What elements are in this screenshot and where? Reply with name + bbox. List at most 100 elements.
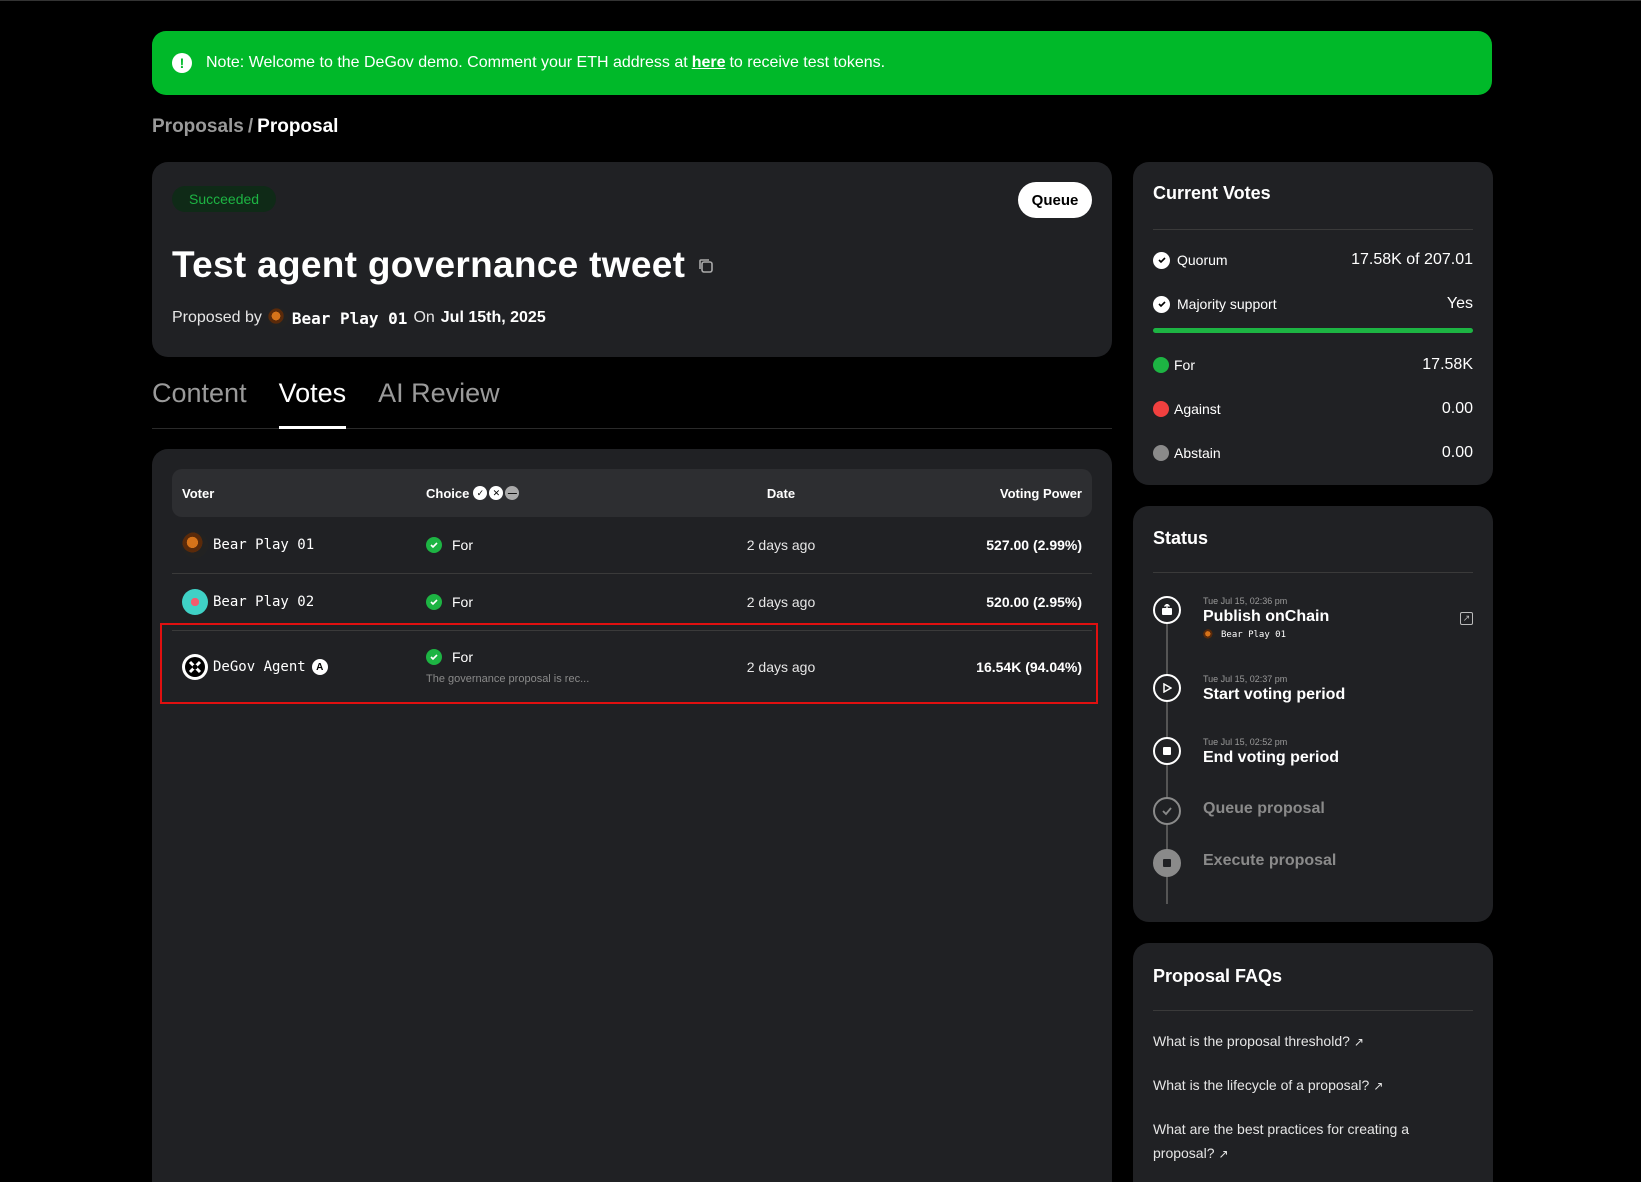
execute-icon bbox=[1153, 849, 1181, 877]
banner-text-suffix: to receive test tokens. bbox=[729, 54, 886, 71]
ai-agent-badge-icon: A bbox=[311, 659, 328, 675]
copy-icon[interactable] bbox=[697, 257, 715, 280]
faq-text: What are the best practices for creating… bbox=[1153, 1121, 1410, 1161]
status-step-end-voting: Tue Jul 15, 02:52 pm End voting period bbox=[1153, 737, 1339, 767]
play-icon bbox=[1153, 674, 1181, 702]
step-label: End voting period bbox=[1203, 749, 1339, 766]
step-label: Start voting period bbox=[1203, 686, 1346, 703]
for-check-icon bbox=[426, 649, 442, 665]
faq-text: What is the lifecycle of a proposal? bbox=[1153, 1077, 1370, 1093]
header-choice: Choice ✓ ✕ — bbox=[426, 486, 666, 501]
status-title: Status bbox=[1153, 528, 1209, 548]
proposer-name[interactable]: Bear Play 01 bbox=[292, 309, 408, 328]
for-value: 17.58K bbox=[1422, 356, 1473, 373]
check-icon bbox=[1153, 251, 1170, 269]
status-card: Status ↗ Tue Jul 15, 02:36 pm Publish on… bbox=[1133, 506, 1493, 922]
vote-choice: For bbox=[452, 537, 473, 553]
degov-agent-avatar bbox=[182, 654, 208, 680]
stop-icon bbox=[1153, 737, 1181, 765]
majority-progress-fill bbox=[1153, 328, 1473, 333]
vote-power: 527.00 (2.99%) bbox=[986, 537, 1082, 553]
voter-avatar bbox=[182, 532, 208, 558]
step-time: Tue Jul 15, 02:52 pm bbox=[1203, 737, 1288, 747]
status-step-queue: Queue proposal bbox=[1153, 797, 1325, 825]
abstain-label: Abstain bbox=[1174, 445, 1221, 461]
current-votes-title: Current Votes bbox=[1153, 183, 1271, 203]
votes-table: Voter Choice ✓ ✕ — Date Voting Power Bea… bbox=[172, 469, 1092, 703]
vote-choice: For bbox=[452, 649, 473, 665]
voter-name[interactable]: Bear Play 02 bbox=[213, 594, 314, 610]
against-dot-icon bbox=[1153, 401, 1169, 417]
step-time: Tue Jul 15, 02:37 pm bbox=[1203, 674, 1288, 684]
publisher-name[interactable]: Bear Play 01 bbox=[1221, 630, 1286, 640]
tab-votes[interactable]: Votes bbox=[278, 378, 347, 429]
divider bbox=[1153, 572, 1473, 573]
faq-link-best-practices[interactable]: What are the best practices for creating… bbox=[1153, 1117, 1453, 1166]
filter-abstain-icon[interactable]: — bbox=[505, 486, 520, 500]
divider bbox=[1153, 1010, 1473, 1011]
vote-power: 16.54K (94.04%) bbox=[976, 659, 1082, 675]
arrow-up-right-icon: ↗ bbox=[1373, 1079, 1384, 1093]
vote-power: 520.00 (2.95%) bbox=[986, 594, 1082, 610]
filter-against-icon[interactable]: ✕ bbox=[489, 486, 504, 500]
tab-content[interactable]: Content bbox=[152, 378, 247, 429]
top-border bbox=[0, 0, 1641, 1]
quorum-label: Quorum bbox=[1177, 252, 1228, 268]
tab-ai-review[interactable]: AI Review bbox=[378, 378, 500, 429]
status-step-publish: Tue Jul 15, 02:36 pm Publish onChain Bea… bbox=[1153, 596, 1329, 641]
current-votes-card: Current Votes Quorum 17.58K of 207.01 Ma… bbox=[1133, 162, 1493, 485]
proposal-header-card: Succeeded Queue Test agent governance tw… bbox=[152, 162, 1112, 357]
votes-table-header: Voter Choice ✓ ✕ — Date Voting Power bbox=[172, 469, 1092, 517]
step-time: Tue Jul 15, 02:36 pm bbox=[1203, 596, 1288, 606]
banner-here-link[interactable]: here bbox=[692, 54, 726, 72]
abstain-dot-icon bbox=[1153, 445, 1169, 461]
vote-date: 2 days ago bbox=[746, 537, 816, 553]
status-step-execute: Execute proposal bbox=[1153, 849, 1336, 877]
majority-label: Majority support bbox=[1177, 296, 1277, 312]
breadcrumb-proposals-link[interactable]: Proposals bbox=[152, 116, 244, 137]
on-label: On bbox=[413, 309, 435, 326]
vote-date: 2 days ago bbox=[746, 594, 816, 610]
faq-link-threshold[interactable]: What is the proposal threshold? ↗ bbox=[1153, 1029, 1453, 1054]
for-check-icon bbox=[426, 537, 442, 553]
proposer-info: Proposed by Bear Play 01 On Jul 15th, 20… bbox=[172, 308, 546, 328]
proposal-date: Jul 15th, 2025 bbox=[440, 309, 546, 326]
proposal-faqs-card: Proposal FAQs What is the proposal thres… bbox=[1133, 943, 1493, 1182]
quorum-value: 17.58K of 207.01 bbox=[1351, 251, 1473, 268]
step-label: Queue proposal bbox=[1203, 800, 1325, 817]
queue-button[interactable]: Queue bbox=[1018, 182, 1092, 218]
vote-reason[interactable]: The governance proposal is rec... bbox=[426, 673, 589, 685]
voter-name[interactable]: Bear Play 01 bbox=[213, 537, 314, 553]
majority-row: Majority support Yes bbox=[1153, 295, 1473, 313]
against-value: 0.00 bbox=[1441, 400, 1473, 417]
voter-avatar bbox=[182, 589, 208, 615]
for-check-icon bbox=[426, 594, 442, 610]
banner-text-prefix: Note: Welcome to the DeGov demo. Comment… bbox=[206, 54, 688, 71]
faq-link-lifecycle[interactable]: What is the lifecycle of a proposal? ↗ bbox=[1153, 1073, 1453, 1098]
filter-for-icon[interactable]: ✓ bbox=[473, 486, 488, 500]
proposal-tabs: Content Votes AI Review bbox=[152, 378, 1112, 429]
faqs-title: Proposal FAQs bbox=[1153, 966, 1283, 986]
proposal-title: Test agent governance tweet bbox=[172, 244, 686, 285]
publish-icon bbox=[1153, 596, 1181, 624]
voter-name[interactable]: DeGov Agent bbox=[213, 659, 306, 675]
demo-notice-banner: ! Note: Welcome to the DeGov demo. Comme… bbox=[152, 31, 1492, 95]
publisher-avatar bbox=[1203, 629, 1215, 641]
table-row: DeGov Agent A For The governance proposa… bbox=[172, 631, 1092, 703]
for-label: For bbox=[1174, 357, 1195, 373]
step-label: Execute proposal bbox=[1203, 852, 1337, 869]
vote-date: 2 days ago bbox=[746, 659, 816, 675]
alert-icon: ! bbox=[172, 53, 192, 73]
majority-value: Yes bbox=[1446, 295, 1473, 312]
header-date: Date bbox=[766, 485, 796, 501]
majority-progress-bar bbox=[1153, 328, 1473, 333]
header-choice-label: Choice bbox=[426, 485, 470, 501]
abstain-row: Abstain 0.00 bbox=[1153, 444, 1473, 462]
arrow-up-right-icon: ↗ bbox=[1218, 1147, 1229, 1161]
breadcrumb-separator: / bbox=[247, 116, 254, 137]
check-icon bbox=[1153, 797, 1181, 825]
check-icon bbox=[1153, 295, 1170, 313]
table-row: Bear Play 02 For 2 days ago 520.00 (2.95… bbox=[172, 574, 1092, 631]
external-link-icon[interactable]: ↗ bbox=[1460, 612, 1473, 625]
breadcrumb: Proposals / Proposal bbox=[152, 116, 338, 138]
